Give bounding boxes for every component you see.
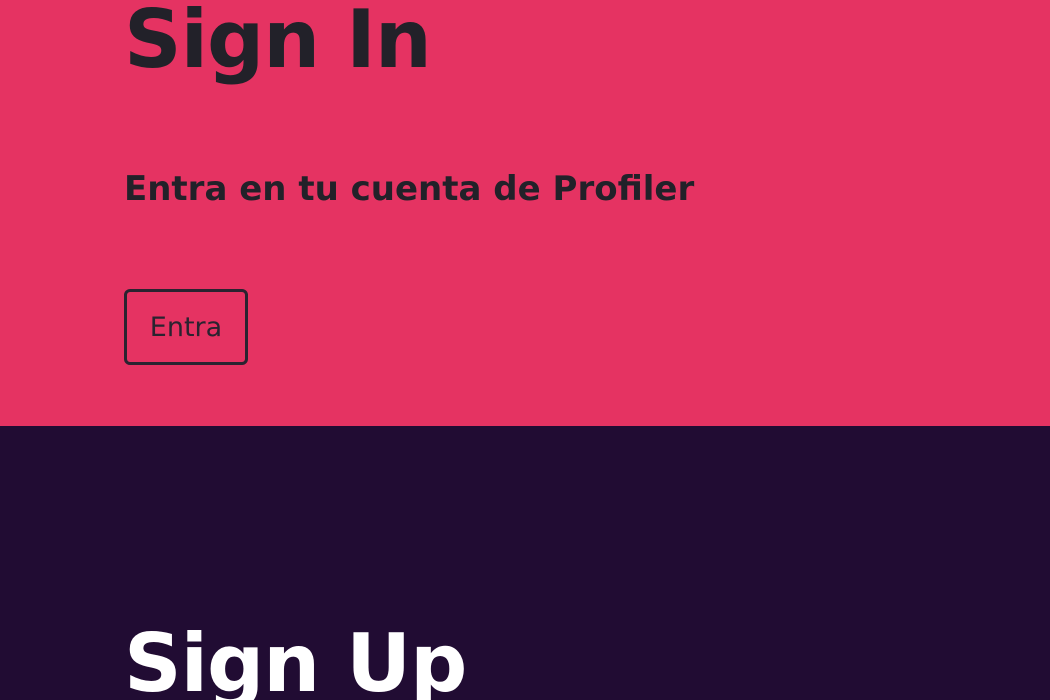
page-root: Sign In Entra en tu cuenta de Profiler E…	[0, 0, 1050, 700]
sign-in-button[interactable]: Entra	[124, 289, 248, 365]
sign-in-section: Sign In Entra en tu cuenta de Profiler E…	[0, 0, 1050, 426]
sign-up-title: Sign Up	[124, 617, 467, 700]
sign-up-section: Sign Up	[0, 426, 1050, 700]
sign-in-title: Sign In	[124, 0, 432, 86]
sign-in-subtitle: Entra en tu cuenta de Profiler	[124, 169, 695, 209]
